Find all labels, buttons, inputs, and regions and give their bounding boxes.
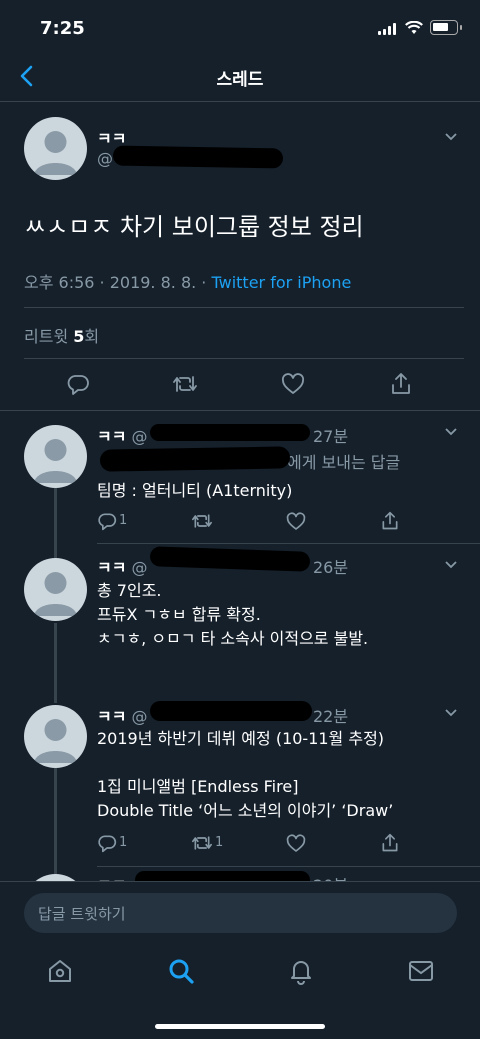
reply-time: 27분 <box>313 427 349 446</box>
status-time: 7:25 <box>40 18 85 39</box>
redaction <box>150 424 310 441</box>
retweet-number: 5 <box>73 327 85 346</box>
share-icon[interactable] <box>389 371 413 397</box>
like-icon[interactable] <box>286 512 306 531</box>
retweet-suffix: 회 <box>84 327 100 346</box>
share-icon[interactable] <box>380 832 400 854</box>
tweet-meta: 오후 6:56 · 2019. 8. 8. · Twitter for iPho… <box>24 269 351 293</box>
home-icon[interactable] <box>47 958 73 984</box>
author-name[interactable]: ㅋㅋ <box>97 707 126 726</box>
author-handle[interactable]: @ <box>132 427 148 446</box>
tweet-source-link[interactable]: Twitter for iPhone <box>212 273 352 292</box>
reply-icon[interactable] <box>97 511 117 531</box>
reply-header: ㅋㅋ @ <box>97 554 148 578</box>
avatar[interactable] <box>24 705 87 768</box>
chevron-down-icon[interactable] <box>444 708 458 718</box>
redaction <box>150 701 312 721</box>
redaction <box>149 546 311 572</box>
author-name[interactable]: ㅋㅋ <box>97 427 126 446</box>
redaction <box>99 446 291 472</box>
avatar[interactable] <box>24 558 87 621</box>
divider <box>0 410 480 411</box>
author-handle[interactable]: @ <box>132 558 148 577</box>
like-icon[interactable] <box>286 834 306 853</box>
like-icon[interactable] <box>281 373 305 395</box>
chevron-down-icon[interactable] <box>444 132 458 142</box>
reply-placeholder: 답글 트윗하기 <box>38 905 126 923</box>
reply-icon[interactable] <box>97 833 117 853</box>
reply-count: 1 <box>119 513 128 528</box>
reply-time: 26분 <box>313 558 349 577</box>
retweet-count[interactable]: 리트윗 5회 <box>24 323 99 347</box>
reply-text: 팀명 : 얼터니티 (A1ternity) <box>97 481 293 500</box>
avatar[interactable] <box>24 117 87 180</box>
reply-icon[interactable] <box>66 372 90 396</box>
chevron-down-icon[interactable] <box>444 560 458 570</box>
retweet-icon[interactable] <box>191 511 213 531</box>
divider <box>0 881 480 882</box>
reply-header: ㅋㅋ @ <box>97 423 148 447</box>
author-name[interactable]: ㅋㅋ <box>97 558 126 577</box>
thread-line <box>54 488 57 558</box>
nav-divider <box>0 101 480 102</box>
divider <box>97 866 480 867</box>
battery-icon <box>430 20 462 35</box>
reply-header: ㅋㅋ @ <box>97 703 148 727</box>
divider <box>24 358 464 359</box>
retweet-label: 리트윗 <box>24 327 69 346</box>
thread-line <box>54 768 57 878</box>
reply-to-label[interactable]: 에게 보내는 답글 <box>287 449 400 473</box>
search-icon[interactable] <box>167 957 195 985</box>
author-handle[interactable]: @ <box>97 149 113 168</box>
messages-icon[interactable] <box>408 960 434 982</box>
divider <box>24 307 464 308</box>
share-icon[interactable] <box>380 510 400 532</box>
reply-time: 22분 <box>313 707 349 726</box>
tweet-text: ㅆㅅㅁㅈ 차기 보이그룹 정보 정리 <box>24 213 364 241</box>
retweet-icon[interactable] <box>172 372 198 396</box>
home-indicator <box>155 1024 325 1029</box>
reply-text: 총 7인조. 프듀X ㄱㅎㅂ 합류 확정. ㅊㄱㅎ, ㅇㅁㄱ 타 소속사 이적으… <box>97 581 369 648</box>
avatar[interactable] <box>24 425 87 488</box>
thread-line <box>54 623 57 703</box>
retweet-count: 1 <box>215 835 224 850</box>
signal-icon <box>378 23 400 35</box>
retweet-icon[interactable] <box>191 833 213 853</box>
reply-count: 1 <box>119 835 128 850</box>
redaction <box>112 145 284 169</box>
page-title: 스레드 <box>216 70 264 90</box>
reply-text: 2019년 하반기 데뷔 예정 (10-11월 추정) 1집 미니앨범 [End… <box>97 729 394 820</box>
chevron-down-icon[interactable] <box>444 427 458 437</box>
notifications-icon[interactable] <box>288 957 314 985</box>
divider <box>97 543 480 544</box>
tweet-timestamp: 오후 6:56 · 2019. 8. 8. · <box>24 273 207 292</box>
wifi-icon <box>405 21 423 34</box>
author-handle[interactable]: @ <box>132 707 148 726</box>
